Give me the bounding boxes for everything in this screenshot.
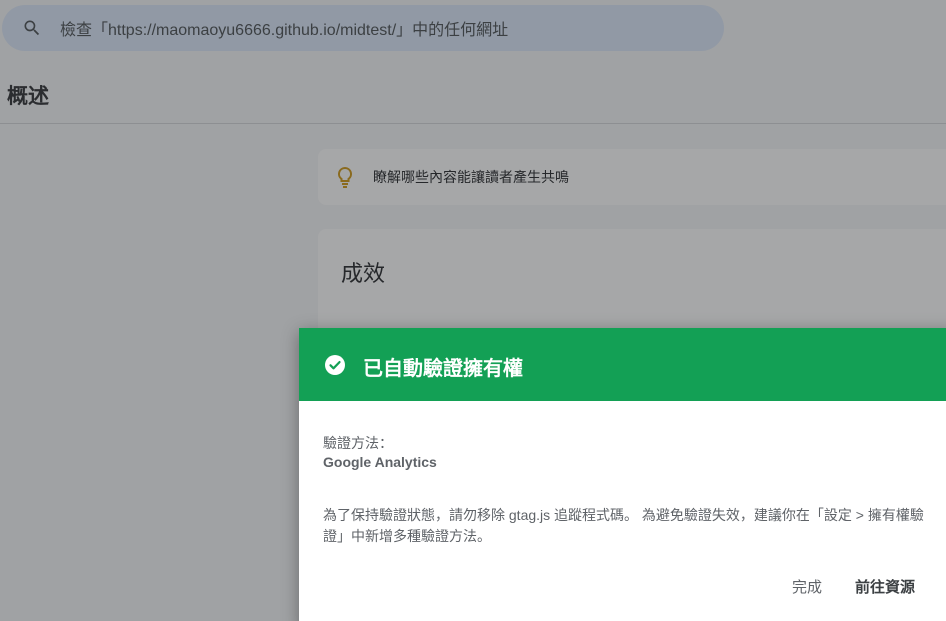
- search-placeholder[interactable]: 檢查「https://maomaoyu6666.github.io/midtes…: [60, 16, 508, 40]
- verification-method-value: Google Analytics: [323, 454, 437, 470]
- done-button[interactable]: 完成: [792, 576, 822, 597]
- tip-card[interactable]: 瞭解哪些內容能讓讀者產生共鳴: [318, 149, 946, 205]
- verification-method-label: 驗證方法：: [323, 435, 393, 451]
- page-title: 概述: [7, 85, 49, 108]
- dialog-header: 已自動驗證擁有權: [299, 328, 946, 401]
- verification-note: 為了保持驗證狀態，請勿移除 gtag.js 追蹤程式碼。 為避免驗證失效，建議你…: [323, 507, 924, 544]
- lightbulb-icon: [334, 165, 356, 189]
- url-inspection-search[interactable]: 檢查「https://maomaoyu6666.github.io/midtes…: [2, 5, 724, 51]
- tip-text: 瞭解哪些內容能讓讀者產生共鳴: [373, 169, 569, 185]
- search-icon: [20, 16, 44, 40]
- ownership-verified-dialog: 已自動驗證擁有權 驗證方法： Google Analytics 為了保持驗證狀態…: [299, 328, 946, 621]
- dialog-title: 已自動驗證擁有權: [363, 358, 523, 380]
- divider: [0, 123, 946, 124]
- check-circle-icon: [324, 354, 346, 376]
- go-to-property-button[interactable]: 前往資源: [855, 576, 915, 597]
- performance-title: 成效: [341, 261, 386, 286]
